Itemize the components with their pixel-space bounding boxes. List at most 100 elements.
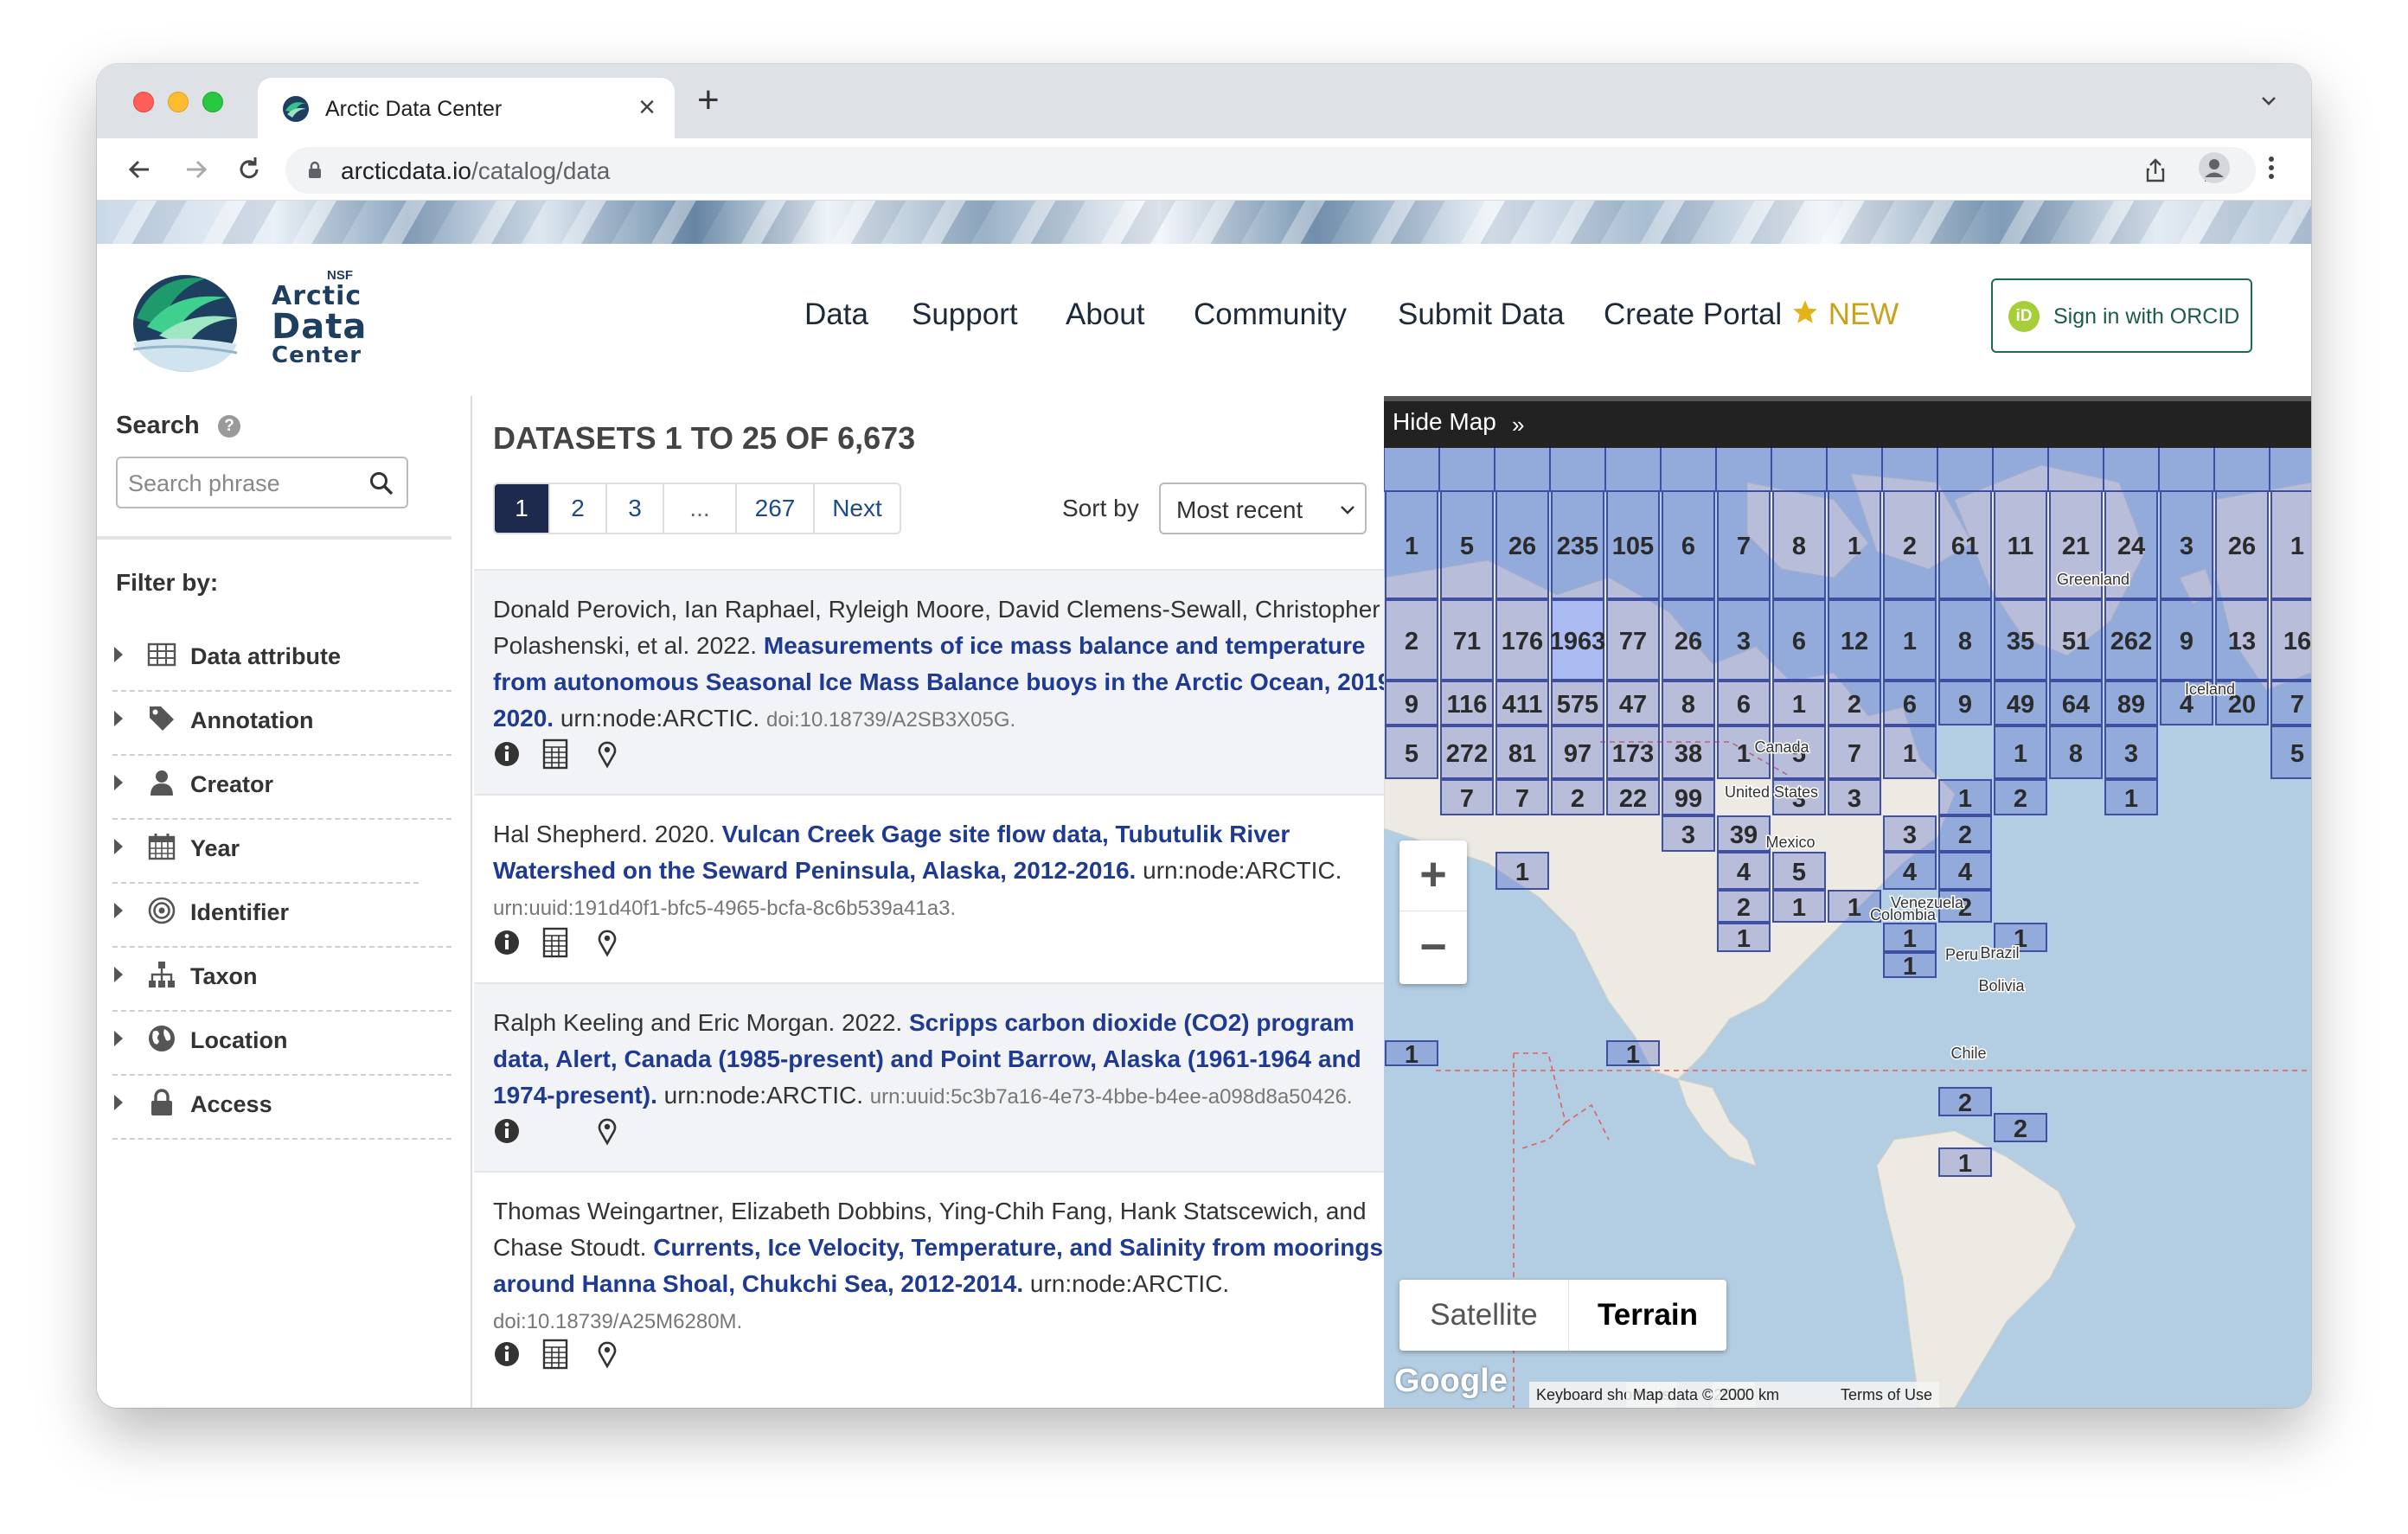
filter-year[interactable]: Year <box>112 820 419 884</box>
map-scale[interactable]: 2000 km <box>1713 1382 1834 1408</box>
page-267-button[interactable]: 267 <box>737 484 815 533</box>
share-icon[interactable] <box>2142 157 2169 184</box>
map-tile[interactable] <box>1438 448 1495 492</box>
nav-data[interactable]: Data <box>804 297 868 332</box>
info-icon[interactable] <box>493 1339 521 1370</box>
caret-right-icon <box>114 839 123 854</box>
data-table-icon[interactable] <box>541 927 569 958</box>
new-tab-button[interactable]: + <box>697 81 720 119</box>
result-identifier: urn:uuid:5c3b7a16-4e73-4bbe-b4ee-a098d8a… <box>869 1085 1353 1109</box>
map-tile[interactable] <box>1937 448 1994 492</box>
map-tile[interactable] <box>2213 448 2270 492</box>
map-tile[interactable] <box>2047 448 2104 492</box>
terms-of-use-link[interactable]: Terms of Use <box>1834 1382 1940 1408</box>
result-authors: Ralph Keeling and Eric Morgan. 2022. <box>493 1009 903 1036</box>
filter-creator[interactable]: Creator <box>112 756 452 820</box>
page-2-button[interactable]: 2 <box>550 484 607 533</box>
help-icon[interactable]: ? <box>218 415 240 438</box>
map-tile-count: 5 <box>1792 859 1806 886</box>
forward-arrow-icon[interactable] <box>178 152 213 187</box>
map-tile[interactable] <box>1992 448 2049 492</box>
map-tile[interactable] <box>1604 448 1662 492</box>
close-window-button[interactable] <box>133 92 154 112</box>
map-marker-icon[interactable] <box>593 927 621 958</box>
map-tile[interactable] <box>1660 448 1717 492</box>
address-bar[interactable]: arcticdata.io/catalog/data <box>285 147 2256 194</box>
map-tile-count: 13 <box>2228 628 2256 655</box>
filter-data-attribute[interactable]: Data attribute <box>112 628 452 692</box>
tab-strip: Arctic Data Center × + <box>97 64 2311 138</box>
nav-about[interactable]: About <box>1066 297 1144 332</box>
map-tile[interactable] <box>1494 448 1551 492</box>
chevron-down-icon <box>1341 506 1354 515</box>
hide-map-button[interactable]: Hide Map <box>1393 408 1496 436</box>
search-icon[interactable] <box>368 470 394 496</box>
result-item[interactable]: Hal Shepherd. 2020. Vulcan Creek Gage si… <box>474 794 1384 984</box>
page-1-button[interactable]: 1 <box>495 484 550 533</box>
map-tile[interactable] <box>2158 448 2215 492</box>
map-tile-count: 26 <box>1508 533 1536 560</box>
nav-create-portal[interactable]: Create Portal NEW <box>1604 297 1899 332</box>
filter-taxon[interactable]: Taxon <box>112 948 452 1012</box>
next-page-button[interactable]: Next <box>815 484 900 533</box>
map-tile[interactable] <box>1771 448 1828 492</box>
map-panel[interactable]: Hide Map » 1 5 26 235 105 6 7 8 1 2 61 1… <box>1384 396 2311 1408</box>
satellite-button[interactable]: Satellite <box>1399 1280 1569 1351</box>
info-icon[interactable] <box>493 738 521 770</box>
info-icon[interactable] <box>493 927 521 958</box>
data-table-icon[interactable] <box>541 1339 569 1370</box>
tab-search-chevron-icon[interactable] <box>2258 90 2280 112</box>
arctic-favicon-icon <box>283 96 309 122</box>
map-tile[interactable] <box>1549 448 1606 492</box>
nav-submit-data[interactable]: Submit Data <box>1398 297 1565 332</box>
map-tile-count: 1 <box>1405 1041 1419 1069</box>
map-tile[interactable] <box>1384 448 1440 492</box>
search-input[interactable] <box>128 469 362 498</box>
result-identifier: doi:10.18739/A2SB3X05G. <box>765 708 1016 732</box>
maximize-window-button[interactable] <box>202 92 223 112</box>
map-tile-count: 1 <box>2014 740 2027 768</box>
browser-tab[interactable]: Arctic Data Center × <box>258 78 675 138</box>
arctic-data-center-logo[interactable]: NSF Arctic Data Center <box>130 265 389 377</box>
filter-location[interactable]: Location <box>112 1012 452 1076</box>
map-country-label: Greenland <box>2057 571 2129 588</box>
star-icon <box>1793 300 1817 323</box>
map-tile[interactable] <box>1881 448 1938 492</box>
logo-wordmark: Arctic Data Center <box>272 281 368 368</box>
sign-in-orcid-button[interactable]: iD Sign in with ORCID <box>1991 278 2252 353</box>
map-tile[interactable] <box>1715 448 1772 492</box>
tab-close-icon[interactable]: × <box>638 90 656 125</box>
map-marker-icon[interactable] <box>593 1115 621 1147</box>
lock-icon <box>309 161 321 178</box>
info-icon[interactable] <box>493 1115 521 1147</box>
data-table-icon[interactable] <box>541 738 569 770</box>
profile-avatar-icon[interactable] <box>2197 150 2232 185</box>
map-marker-icon[interactable] <box>593 738 621 770</box>
minimize-window-button[interactable] <box>168 92 189 112</box>
reload-icon[interactable] <box>232 152 266 187</box>
result-item[interactable]: Ralph Keeling and Eric Morgan. 2022. Scr… <box>474 982 1384 1173</box>
filter-identifier[interactable]: Identifier <box>112 884 452 948</box>
map-tile-count: 39 <box>1730 821 1758 849</box>
map-marker-icon[interactable] <box>593 1339 621 1370</box>
result-item[interactable]: Thomas Weingartner, Elizabeth Dobbins, Y… <box>474 1171 1384 1397</box>
filter-annotation[interactable]: Annotation <box>112 692 452 756</box>
zoom-out-button[interactable]: − <box>1399 913 1467 984</box>
zoom-in-button[interactable]: + <box>1399 841 1467 911</box>
nav-support[interactable]: Support <box>912 297 1018 332</box>
nav-community[interactable]: Community <box>1194 297 1347 332</box>
map-tile[interactable] <box>2269 448 2311 492</box>
map-canvas[interactable]: 1 5 26 235 105 6 7 8 1 2 61 11 21 24 3 26 12 71 176 1963 77 2… <box>1384 448 2311 1408</box>
browser-menu-icon[interactable] <box>2254 150 2289 185</box>
sort-select[interactable]: Most recent <box>1159 483 1367 534</box>
page-3-button[interactable]: 3 <box>607 484 664 533</box>
map-tile-count: 8 <box>1958 628 1972 655</box>
search-sidebar: Search ? Filter by: Data attribute <box>97 396 472 1408</box>
terrain-button[interactable]: Terrain <box>1569 1280 1726 1351</box>
map-tile[interactable] <box>1826 448 1883 492</box>
back-arrow-icon[interactable] <box>123 152 157 187</box>
result-item[interactable]: Donald Perovich, Ian Raphael, Ryleigh Mo… <box>474 569 1384 794</box>
double-chevron-right-icon[interactable]: » <box>1512 412 1524 438</box>
filter-access[interactable]: Access <box>112 1076 452 1140</box>
map-tile[interactable] <box>2103 448 2160 492</box>
